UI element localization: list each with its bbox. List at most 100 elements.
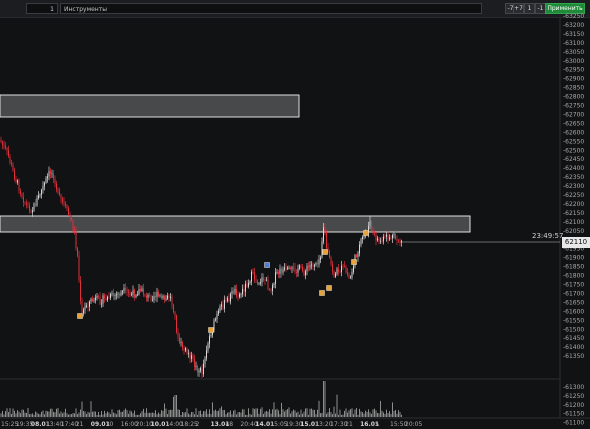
candle-body <box>299 265 300 269</box>
volume-bar <box>339 409 341 417</box>
trade-marker[interactable] <box>322 249 328 255</box>
trade-marker[interactable] <box>351 259 357 265</box>
candle-body <box>80 280 81 302</box>
candle-body <box>15 179 17 183</box>
volume-bar <box>57 408 59 417</box>
volume-bar <box>174 395 176 417</box>
trade-marker[interactable] <box>208 327 214 333</box>
candle-body <box>297 268 299 273</box>
candle-body <box>318 259 320 265</box>
candle-body <box>372 229 374 232</box>
candle-body <box>195 366 197 368</box>
volume-bar <box>152 412 153 417</box>
candle-body <box>44 182 45 186</box>
trade-marker[interactable] <box>319 290 325 296</box>
volume-bar <box>264 411 266 417</box>
candle-body <box>11 163 12 165</box>
volume-bar <box>87 411 89 417</box>
candle-body <box>375 233 377 241</box>
volume-bar <box>249 413 251 417</box>
volume-bar <box>305 408 306 417</box>
volume-bar <box>59 413 60 417</box>
candle-body <box>170 296 171 298</box>
trade-marker[interactable] <box>326 285 332 291</box>
volume-bar <box>132 413 134 417</box>
supply-zone-lower <box>0 215 471 233</box>
candle-body <box>51 173 53 175</box>
volume-tick-label: -61300 <box>563 384 584 391</box>
volume-bar <box>222 410 224 417</box>
price-chart[interactable]: -63250 -63200 -63150 -63100 -63050 -63000 -629… <box>0 0 590 429</box>
candle-body <box>398 240 399 242</box>
candle-body <box>396 238 398 241</box>
candle-body <box>254 272 255 280</box>
volume-bar <box>236 414 237 417</box>
price-tick-label: -62450 <box>563 156 584 163</box>
volume-bar <box>299 414 300 417</box>
price-tick-label: -61750 <box>563 282 584 289</box>
volume-bar <box>330 412 332 417</box>
candle-body <box>381 240 383 242</box>
volume-bar <box>342 414 344 417</box>
candle-body <box>210 334 212 337</box>
candle-body <box>186 348 188 354</box>
volume-bar <box>204 411 206 417</box>
volume-bar <box>117 410 119 417</box>
volume-bar <box>308 414 309 417</box>
candle-body <box>23 196 24 203</box>
candle-body <box>66 205 68 209</box>
volume-bar <box>260 408 261 417</box>
candle-body <box>269 289 270 291</box>
volume-bar <box>129 410 131 417</box>
volume-bar <box>356 408 357 417</box>
volume-bar <box>50 408 51 417</box>
candle-body <box>6 148 8 151</box>
trade-marker[interactable] <box>363 230 369 236</box>
current-price-badge: 62110 <box>562 237 590 248</box>
candle-body <box>219 306 221 311</box>
volume-bar <box>155 410 156 417</box>
candle-body <box>87 305 89 307</box>
candle-body <box>140 288 141 291</box>
volume-bar <box>134 410 135 417</box>
volume-bar <box>30 413 32 417</box>
candle-body <box>68 208 69 215</box>
candle-body <box>312 264 314 267</box>
volume-bar <box>18 411 20 417</box>
volume-bar <box>275 409 276 417</box>
candle-body <box>12 164 14 171</box>
candle-body <box>0 140 2 142</box>
trade-marker[interactable] <box>77 313 83 319</box>
volume-bar <box>314 409 315 417</box>
volume-bar <box>42 410 44 417</box>
candle-body <box>72 220 74 230</box>
price-tick-label: -62600 <box>563 129 584 136</box>
volume-bar <box>17 410 18 417</box>
volume-bar <box>345 408 347 417</box>
volume-bar <box>266 410 267 417</box>
volume-bar <box>3 414 5 417</box>
candle-body <box>17 180 18 183</box>
volume-bar <box>231 414 233 417</box>
volume-bar <box>203 411 204 417</box>
candle-body <box>374 231 375 234</box>
volume-bar <box>147 412 149 417</box>
candle-body <box>155 295 156 298</box>
volume-bar <box>9 408 11 417</box>
volume-bar <box>131 411 132 417</box>
candle-body <box>104 295 105 298</box>
volume-bar <box>78 412 80 417</box>
volume-bar <box>392 402 393 417</box>
volume-bar <box>326 413 327 417</box>
trade-marker[interactable] <box>264 262 270 268</box>
candle-body <box>39 194 41 196</box>
volume-bar <box>125 408 126 417</box>
candle-body <box>165 298 167 300</box>
candle-body <box>197 366 198 373</box>
candle-body <box>125 288 126 290</box>
volume-bar <box>296 412 297 417</box>
candle-body <box>332 264 333 272</box>
candle-body <box>105 297 107 300</box>
candle-body <box>371 221 372 230</box>
volume-bar <box>284 411 285 417</box>
